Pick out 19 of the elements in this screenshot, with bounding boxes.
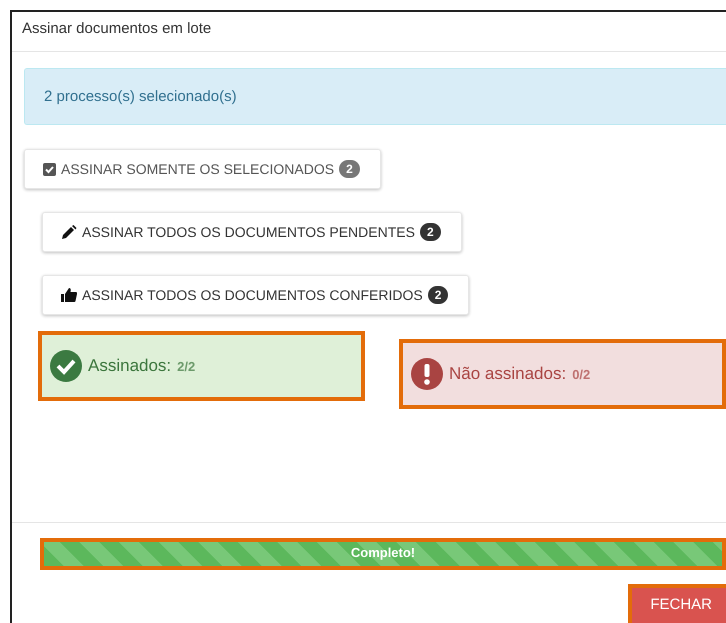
exclamation-circle-icon: [411, 358, 443, 390]
close-button[interactable]: FECHAR: [628, 584, 726, 623]
dialog-title: Assinar documentos em lote: [12, 12, 726, 52]
count-badge: 2: [428, 286, 448, 304]
progress-label: Completo!: [350, 545, 416, 560]
count-badge: 2: [420, 223, 441, 241]
checkbox-icon[interactable]: [43, 162, 56, 176]
info-alert: 2 processo(s) selecionado(s): [24, 68, 726, 125]
result-label: Assinados:: [88, 356, 172, 376]
pencil-icon: [61, 224, 77, 240]
result-value: 0/2: [572, 366, 590, 382]
result-value: 2/2: [177, 358, 196, 374]
check-circle-icon: [50, 350, 82, 382]
sign-button[interactable]: ASSINAR TODOS OS DOCUMENTOS CONFERIDOS 2: [42, 275, 470, 315]
result-label: Não assinados:: [449, 364, 566, 384]
sign-button[interactable]: ASSINAR TODOS OS DOCUMENTOS PENDENTES 2: [42, 212, 462, 252]
count-badge: 2: [339, 160, 360, 178]
thumbs-up-icon: [61, 288, 77, 302]
sign-button[interactable]: ASSINAR SOMENTE OS SELECIONADOS 2: [24, 149, 381, 189]
